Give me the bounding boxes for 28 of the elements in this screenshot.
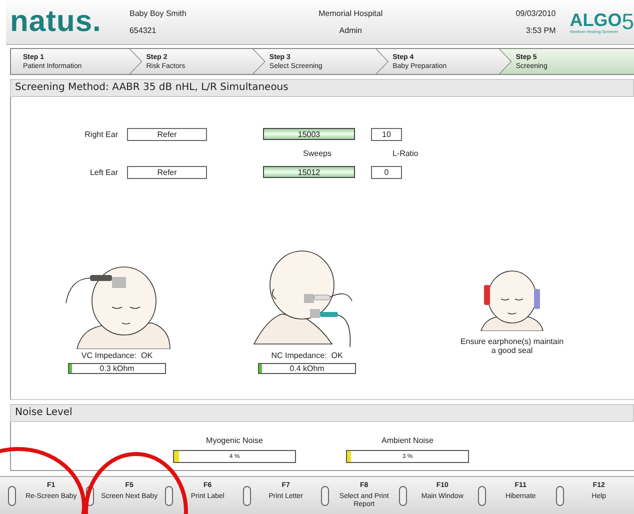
section-title: Noise Level [10, 404, 634, 422]
impedance-label: VC Impedance: OK [81, 351, 153, 360]
product-logo: ALGO [570, 10, 622, 28]
section-title: Screening Method: AABR 35 dB nHL, L/R Simultaneous [10, 79, 634, 97]
product-number: 5 [622, 10, 634, 32]
sweeps-field: 15012 [263, 166, 355, 178]
impedance-label: NC Impedance: OK [271, 351, 343, 360]
noise-label: Myogenic Noise [206, 436, 263, 445]
patient-id: 654321 [129, 26, 158, 35]
impedance-meter: 0.3 kOhm [68, 363, 166, 374]
l-ratio-field: 0 [371, 166, 402, 178]
noise-label: Ambient Noise [381, 436, 434, 445]
user-name: Admin [339, 26, 362, 35]
sweeps-field: 15003 [263, 128, 355, 140]
ear-label: Right Ear [84, 130, 118, 138]
impedance-meter: 0.4 kOhm [258, 363, 356, 374]
l-ratio-field: 10 [371, 128, 402, 140]
earphone-instruction: Ensure earphone(s) maintain a good seal [460, 337, 564, 355]
brand-logo: natus. [9, 5, 102, 39]
hospital-name: Memorial Hospital [318, 9, 383, 18]
patient-name: Baby Boy Smith [129, 9, 188, 18]
date-text: 09/03/2010 [516, 9, 556, 18]
sweeps-label: Sweeps [303, 148, 332, 158]
result-field: Refer [127, 166, 207, 178]
ear-label: Left Ear [88, 168, 118, 176]
l-ratio-label: L-Ratio [392, 148, 418, 158]
result-field: Refer [127, 128, 207, 140]
time-text: 3:53 PM [526, 26, 556, 35]
